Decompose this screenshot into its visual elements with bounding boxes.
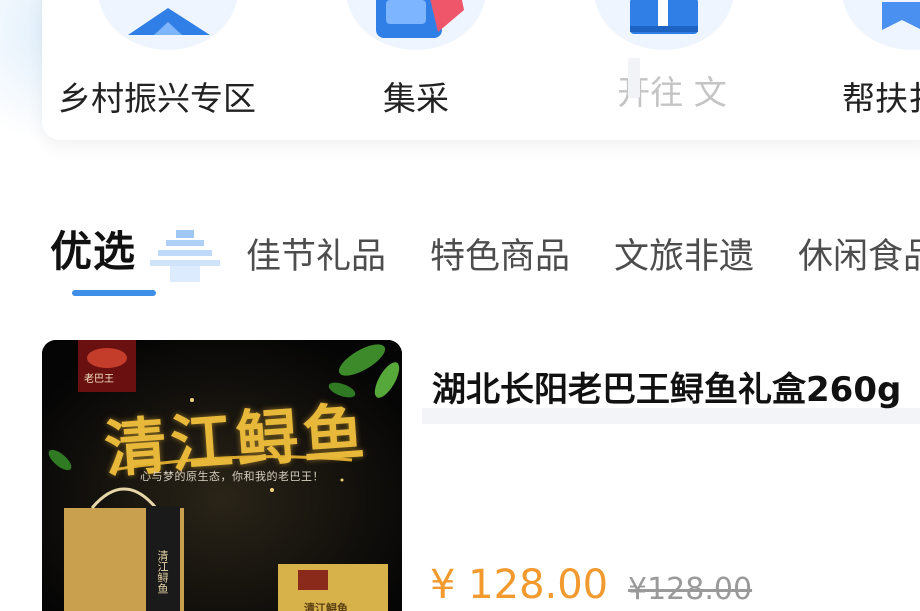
image-slogan-text: 心与梦的原生态，你和我的老巴王！ [140,470,324,483]
tab-holiday-gifts[interactable]: 佳节礼品 [246,228,386,279]
category-label: 乡村振兴专区 [58,79,256,118]
product-price: ¥ 128.00 [430,562,609,608]
category-label: 集采 [383,79,449,118]
category-label: 开往 文 [617,73,727,112]
category-group-purchase[interactable]: 集采 [326,0,506,140]
pagoda-decoration-icon [150,230,220,282]
bookmark-icon [842,0,920,50]
product-card[interactable]: 老巴王 清江鲟鱼 心与梦的原生态，你和我的老巴王！ 清江鲟鱼 清江鲟鱼 湖北长阳… [42,340,920,611]
tab-active[interactable]: 优选 [50,218,220,308]
category-card: 乡村振兴专区 集采 开往 文 帮扶 [42,0,920,140]
rural-revitalization-icon [98,0,238,50]
tab-active-label: 优选 [50,227,137,276]
group-purchase-icon [346,0,486,50]
category-tabs: 优选 佳节礼品 特色商品 文旅非遗 休闲食品 [0,200,920,310]
category-assistance[interactable]: 帮扶扌 [832,0,920,140]
divider [628,58,640,98]
gift-box-icon [594,0,734,50]
category-gift[interactable]: 开往 文 [582,0,762,140]
category-rural-revitalization[interactable]: 乡村振兴专区 [58,0,258,140]
tab-active-indicator [72,290,156,296]
product-image[interactable]: 老巴王 清江鲟鱼 心与梦的原生态，你和我的老巴王！ 清江鲟鱼 清江鲟鱼 [42,340,402,611]
tab-culture-heritage[interactable]: 文旅非遗 [614,228,754,279]
category-label: 帮扶扌 [842,79,920,118]
tab-snacks[interactable]: 休闲食品 [798,228,920,279]
image-box-text: 清江鲟鱼 [304,602,348,611]
page: 乡村振兴专区 集采 开往 文 帮扶 优选 佳节礼品 特色商品 文旅非遗 休闲食 … [0,0,920,611]
product-title[interactable]: 湖北长阳老巴王鲟鱼礼盒260g [432,362,920,411]
product-original-price: ¥128.00 [628,572,753,607]
image-brand-text: 老巴王 [84,374,114,385]
tab-specialty-goods[interactable]: 特色商品 [430,228,570,279]
image-bag-text: 清江鲟鱼 [156,550,169,594]
